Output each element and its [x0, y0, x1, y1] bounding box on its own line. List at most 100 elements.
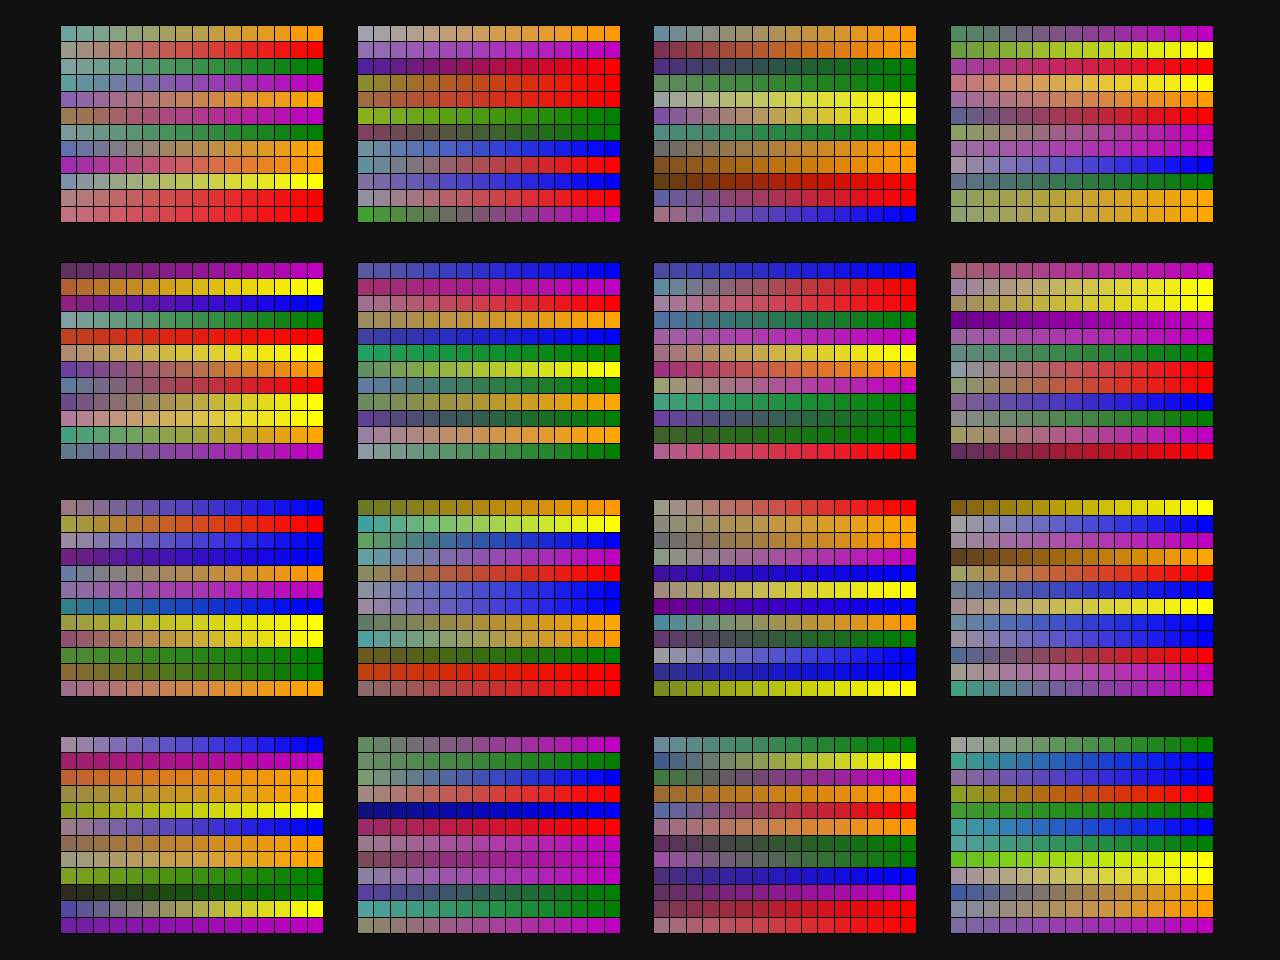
- swatch-cell: [1197, 26, 1213, 42]
- swatch-cell: [588, 91, 604, 108]
- swatch-cell: [374, 582, 390, 598]
- swatch-cell: [1181, 410, 1197, 427]
- swatch-cell: [1164, 394, 1181, 410]
- swatch-cell: [390, 206, 407, 222]
- swatch-cell: [1197, 532, 1213, 549]
- swatch-cell: [801, 377, 818, 394]
- swatch-cell: [686, 835, 703, 851]
- swatch-cell: [752, 206, 769, 222]
- swatch-cell: [208, 42, 225, 58]
- swatch-cell: [834, 108, 851, 124]
- swatch-cell: [752, 786, 769, 802]
- swatch-cell: [110, 516, 126, 532]
- swatch-cell: [1131, 312, 1148, 328]
- swatch-cell: [225, 901, 241, 917]
- swatch-cell: [390, 647, 407, 664]
- swatch-cell: [192, 647, 208, 664]
- swatch-cell: [1197, 786, 1213, 802]
- swatch-cell: [654, 835, 670, 851]
- swatch-cell: [555, 631, 571, 647]
- swatch-cell: [473, 443, 489, 459]
- swatch-cell: [505, 582, 522, 598]
- swatch-cell: [489, 549, 505, 565]
- swatch-cell: [785, 868, 801, 884]
- swatch-cell: [769, 173, 785, 190]
- swatch-cell: [1049, 157, 1066, 173]
- swatch-cell: [489, 565, 505, 582]
- swatch-cell: [1082, 549, 1098, 565]
- swatch-cell: [374, 868, 390, 884]
- swatch-cell: [522, 532, 538, 549]
- swatch-cell: [670, 819, 686, 835]
- swatch-cell: [456, 819, 473, 835]
- swatch-cell: [752, 680, 769, 696]
- swatch-cell: [159, 851, 176, 868]
- swatch-cell: [752, 884, 769, 901]
- swatch-cell: [473, 157, 489, 173]
- swatch-cell: [473, 769, 489, 786]
- swatch-cell: [93, 427, 110, 443]
- swatch-cell: [440, 516, 456, 532]
- swatch-cell: [867, 802, 884, 819]
- swatch-grid: [950, 499, 1214, 697]
- swatch-cell: [801, 312, 818, 328]
- swatch-cell: [258, 108, 274, 124]
- swatch-cell: [1082, 565, 1098, 582]
- swatch-cell: [77, 345, 93, 361]
- swatch-cell: [77, 598, 93, 614]
- swatch-cell: [654, 737, 670, 753]
- swatch-cell: [555, 58, 571, 75]
- swatch-cell: [77, 647, 93, 664]
- swatch-cell: [1066, 427, 1082, 443]
- swatch-cell: [867, 295, 884, 312]
- swatch-cell: [1098, 361, 1115, 377]
- swatch-cell: [588, 516, 604, 532]
- swatch-cell: [851, 851, 867, 868]
- swatch-cell: [241, 42, 258, 58]
- swatch-cell: [110, 664, 126, 680]
- swatch-cell: [1082, 532, 1098, 549]
- swatch-cell: [818, 295, 834, 312]
- swatch-cell: [522, 279, 538, 295]
- swatch-cell: [489, 75, 505, 91]
- swatch-cell: [951, 884, 967, 901]
- swatch-cell: [1049, 394, 1066, 410]
- swatch-cell: [736, 263, 752, 279]
- swatch-cell: [670, 410, 686, 427]
- swatch-cell: [159, 345, 176, 361]
- swatch-cell: [1164, 769, 1181, 786]
- swatch-cell: [752, 91, 769, 108]
- swatch-cell: [1181, 680, 1197, 696]
- swatch-cell: [752, 769, 769, 786]
- swatch-cell: [110, 295, 126, 312]
- swatch-cell: [1033, 58, 1049, 75]
- swatch-cell: [374, 549, 390, 565]
- swatch-cell: [785, 737, 801, 753]
- swatch-cell: [489, 263, 505, 279]
- swatch-cell: [719, 549, 736, 565]
- swatch-cell: [489, 868, 505, 884]
- swatch-cell: [93, 647, 110, 664]
- swatch-cell: [951, 500, 967, 516]
- swatch-cell: [374, 737, 390, 753]
- swatch-cell: [274, 753, 291, 769]
- swatch-cell: [834, 917, 851, 933]
- swatch-cell: [159, 802, 176, 819]
- swatch-cell: [588, 263, 604, 279]
- swatch-cell: [983, 868, 1000, 884]
- swatch-cell: [1066, 500, 1082, 516]
- swatch-cell: [1016, 769, 1033, 786]
- swatch-cell: [703, 614, 719, 631]
- swatch-cell: [440, 786, 456, 802]
- swatch-cell: [851, 819, 867, 835]
- swatch-cell: [93, 42, 110, 58]
- swatch-cell: [769, 443, 785, 459]
- swatch-cell: [208, 190, 225, 206]
- swatch-cell: [159, 884, 176, 901]
- swatch-cell: [208, 206, 225, 222]
- swatch-cell: [1098, 598, 1115, 614]
- swatch-cell: [176, 917, 192, 933]
- swatch-cell: [801, 680, 818, 696]
- swatch-cell: [159, 328, 176, 345]
- swatch-cell: [785, 647, 801, 664]
